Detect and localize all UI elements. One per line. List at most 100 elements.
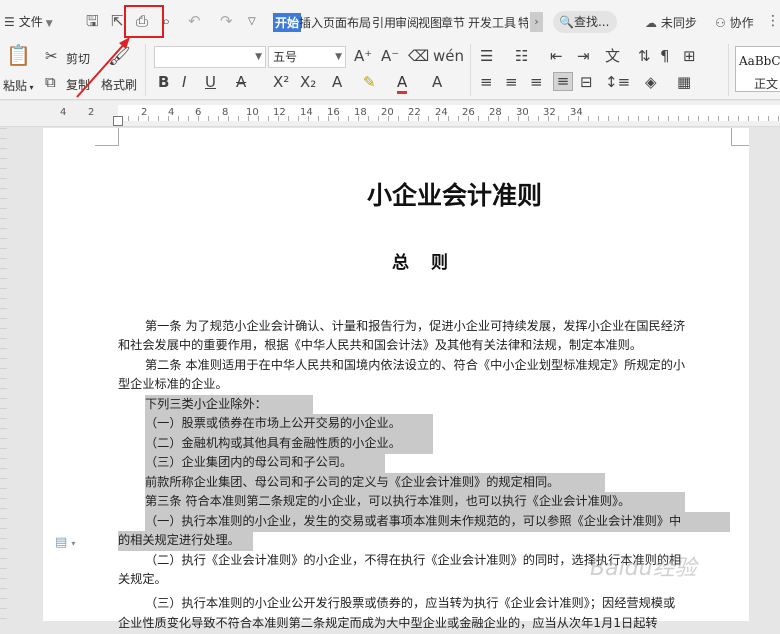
ruler-number: 26 — [462, 107, 475, 118]
paragraph-menu-icon[interactable]: ▤ ▾ — [55, 535, 75, 550]
paragraph-line: 第一条 为了规范小企业会计确认、计量和报告行为，促进小企业可持续发展，发挥小企业… — [145, 319, 686, 333]
cloud-icon: ☁ — [645, 16, 657, 30]
tab-review[interactable]: 审阅 — [395, 14, 419, 31]
file-menu-label: 文件 — [18, 15, 43, 29]
char-border-icon[interactable]: A — [432, 74, 442, 91]
copy-label[interactable]: 复制 — [66, 76, 90, 93]
ruler-number: 22 — [408, 107, 421, 118]
vertical-ruler — [0, 128, 7, 621]
redo-icon[interactable]: ↷ — [220, 13, 233, 30]
underline-icon[interactable]: U — [205, 74, 216, 91]
highlight-icon[interactable]: ✎ — [363, 74, 376, 91]
text-effect-icon[interactable]: A — [332, 74, 342, 91]
ruler-number: 20 — [381, 107, 394, 118]
cut-icon[interactable]: ✂ — [45, 48, 58, 65]
pinyin-icon[interactable]: wén — [433, 48, 464, 65]
numbered-list-icon[interactable]: ☷ — [515, 48, 528, 65]
bullet-list-icon[interactable]: ☰ — [480, 48, 493, 65]
paste-icon[interactable]: 📋 — [6, 45, 31, 65]
export-icon[interactable]: ⇱ — [111, 13, 124, 30]
tab-references[interactable]: 引用 — [372, 14, 396, 31]
selected-line: （一）股票或债券在市场上公开交易的小企业。 — [145, 414, 433, 434]
italic-icon[interactable]: I — [182, 74, 186, 91]
clear-format-icon[interactable]: ⌫ — [408, 48, 429, 65]
sync-button[interactable]: ☁ 未同步 — [645, 14, 697, 31]
increase-indent-icon[interactable]: ⇥ — [577, 48, 590, 65]
style-normal[interactable]: AaBbCcDd 正文 — [735, 46, 780, 92]
collab-label: 协作 — [729, 16, 754, 30]
selected-line: 前款所称企业集团、母公司和子公司的定义与《企业会计准则》的规定相同。 — [145, 473, 605, 493]
ruler-number: 4 — [168, 107, 175, 118]
tab-page-layout[interactable]: 页面布局 — [323, 14, 371, 31]
search-button[interactable]: 🔍查找... — [553, 11, 617, 33]
file-menu[interactable]: ☰ 文件 ▼ — [4, 13, 53, 30]
ruler-number: 8 — [222, 107, 229, 118]
selected-line: （二）金融机构或其他具有金融性质的小企业。 — [145, 434, 433, 454]
style-sample: AaBbCcDd — [739, 54, 780, 68]
document-page[interactable]: 小企业会计准则 总 则 第一条 为了规范小企业会计确认、计量和报告行为，促进小企… — [43, 128, 749, 630]
align-justify-icon[interactable]: ≡ — [553, 72, 573, 91]
selected-line: 下列三类小企业除外： — [145, 395, 313, 415]
paragraph-line: 关规定。 — [118, 572, 167, 586]
align-center-icon[interactable]: ≡ — [505, 74, 518, 91]
ribbon: 📋 粘贴 ▾ ✂ 剪切 ⧉ 复制 🖌 格式刷 ▼ 五号 ▼ A⁺ A⁻ ⌫ wén… — [0, 42, 780, 100]
decrease-indent-icon[interactable]: ⇤ — [550, 48, 563, 65]
distribute-icon[interactable]: ⊟ — [580, 74, 593, 91]
tab-developer[interactable]: 开发工具 — [468, 14, 516, 31]
paste-button[interactable]: 粘贴 ▾ — [3, 77, 34, 94]
people-icon: ⚇ — [715, 16, 726, 30]
font-family-select[interactable]: ▼ — [154, 46, 266, 68]
paragraph-line: 第二条 本准则适用于在中华人民共和国境内依法设立的、符合《中小企业划型标准规定》… — [145, 358, 686, 372]
watermark: Baidu经验 — [590, 556, 697, 581]
search-icon: 🔍 — [559, 15, 574, 29]
undo-icon[interactable]: ↶ — [188, 13, 201, 30]
tab-chapter[interactable]: 章节 — [441, 14, 465, 31]
copy-icon[interactable]: ⧉ — [45, 74, 56, 91]
line-spacing-icon[interactable]: ↕≡ — [605, 74, 630, 91]
tab-start[interactable]: 开始 — [273, 13, 302, 32]
shrink-font-icon[interactable]: A⁻ — [381, 48, 399, 65]
paragraph-line: 和社会发展中的重要作用，根据《中华人民共和国会计法》及其他有关法律和法规，制定本… — [118, 338, 643, 352]
customize-quickbar-icon[interactable]: ▽ — [248, 13, 256, 30]
cut-label[interactable]: 剪切 — [66, 50, 90, 67]
style-name: 正文 — [754, 77, 779, 91]
title-bar: ☰ 文件 ▼ 🖫 ⇱ ⎙ ⌕ ↶ ↷ ▽ 开始 插入 页面布局 引用 审阅 视图 章… — [0, 0, 780, 42]
grow-font-icon[interactable]: A⁺ — [354, 48, 372, 65]
format-painter-icon[interactable]: 🖌 — [108, 48, 131, 66]
ruler-number: 2 — [88, 107, 95, 118]
table-icon[interactable]: ⊞ — [683, 48, 696, 65]
print-highlight-box — [124, 5, 164, 38]
format-painter-label[interactable]: 格式刷 — [101, 76, 137, 93]
ruler-number: 16 — [327, 107, 340, 118]
ruler-number: 4 — [60, 107, 67, 118]
more-icon[interactable]: ⋮ — [766, 13, 780, 29]
chinese-layout-icon[interactable]: 文 — [605, 48, 620, 65]
ruler-number: 10 — [246, 107, 259, 118]
chevron-down-icon: ▼ — [45, 19, 53, 29]
font-size-select[interactable]: 五号 ▼ — [268, 46, 346, 68]
strikethrough-icon[interactable]: A — [236, 74, 246, 91]
shading-icon[interactable]: ◈ — [645, 74, 657, 91]
sync-label: 未同步 — [660, 16, 697, 30]
sort-icon[interactable]: ⇅ — [638, 48, 651, 65]
ruler-number: 6 — [195, 107, 202, 118]
show-marks-icon[interactable]: ¶ — [660, 48, 670, 65]
subscript-icon[interactable]: X₂ — [300, 74, 316, 91]
tab-special[interactable]: 特 — [518, 14, 528, 31]
bold-icon[interactable]: B — [158, 74, 169, 91]
ruler-number: 30 — [516, 107, 529, 118]
align-left-icon[interactable]: ≡ — [480, 74, 493, 91]
indent-marker[interactable] — [113, 116, 123, 126]
selected-line: 的相关规定进行处理。 — [118, 531, 253, 551]
borders-icon[interactable]: ▦ — [677, 74, 691, 91]
collaborate-button[interactable]: ⚇ 协作 — [715, 14, 754, 31]
superscript-icon[interactable]: X² — [273, 74, 289, 91]
save-icon[interactable]: 🖫 — [86, 13, 99, 30]
font-color-icon[interactable]: A — [397, 74, 408, 94]
document-subtitle: 总 则 — [392, 253, 456, 273]
tab-view[interactable]: 视图 — [418, 14, 442, 31]
tab-scroll-right-button[interactable]: › — [530, 12, 543, 32]
tab-insert[interactable]: 插入 — [299, 14, 323, 31]
search-label: 查找... — [573, 15, 610, 29]
align-right-icon[interactable]: ≡ — [530, 74, 543, 91]
